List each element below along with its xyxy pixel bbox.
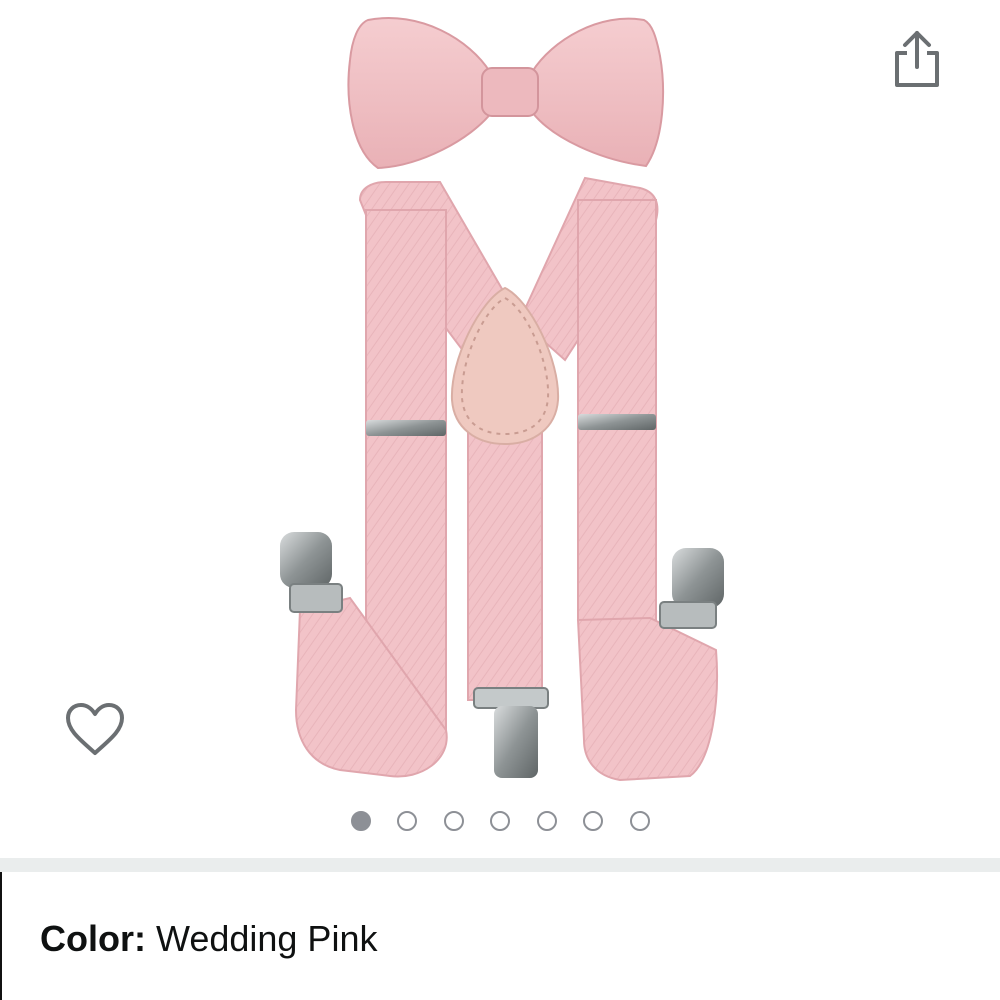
carousel-dot[interactable] — [490, 811, 510, 831]
right-clip — [659, 548, 724, 629]
left-clip — [280, 532, 343, 613]
section-divider — [0, 858, 1000, 872]
share-button[interactable] — [888, 26, 946, 92]
carousel-dot[interactable] — [443, 811, 464, 831]
bow-tie — [347, 17, 664, 170]
center-clip — [473, 687, 549, 778]
share-icon — [895, 31, 939, 87]
carousel-dot[interactable] — [629, 811, 650, 831]
heart-outline-icon — [66, 703, 124, 755]
suspenders — [280, 176, 724, 782]
color-label: Color: — [40, 918, 146, 959]
carousel-dot[interactable] — [536, 811, 557, 831]
product-page: Color: Wedding Pink — [0, 0, 1000, 1000]
color-variation: Color: Wedding Pink — [40, 918, 377, 960]
carousel-dot[interactable] — [350, 811, 371, 831]
product-image-gallery[interactable] — [0, 0, 1000, 860]
product-image[interactable] — [0, 0, 1000, 800]
carousel-dot[interactable] — [583, 811, 603, 831]
image-carousel-indicator — [0, 808, 1000, 834]
wishlist-button[interactable] — [60, 696, 130, 762]
carousel-dot[interactable] — [397, 811, 417, 831]
color-value: Wedding Pink — [156, 918, 378, 959]
